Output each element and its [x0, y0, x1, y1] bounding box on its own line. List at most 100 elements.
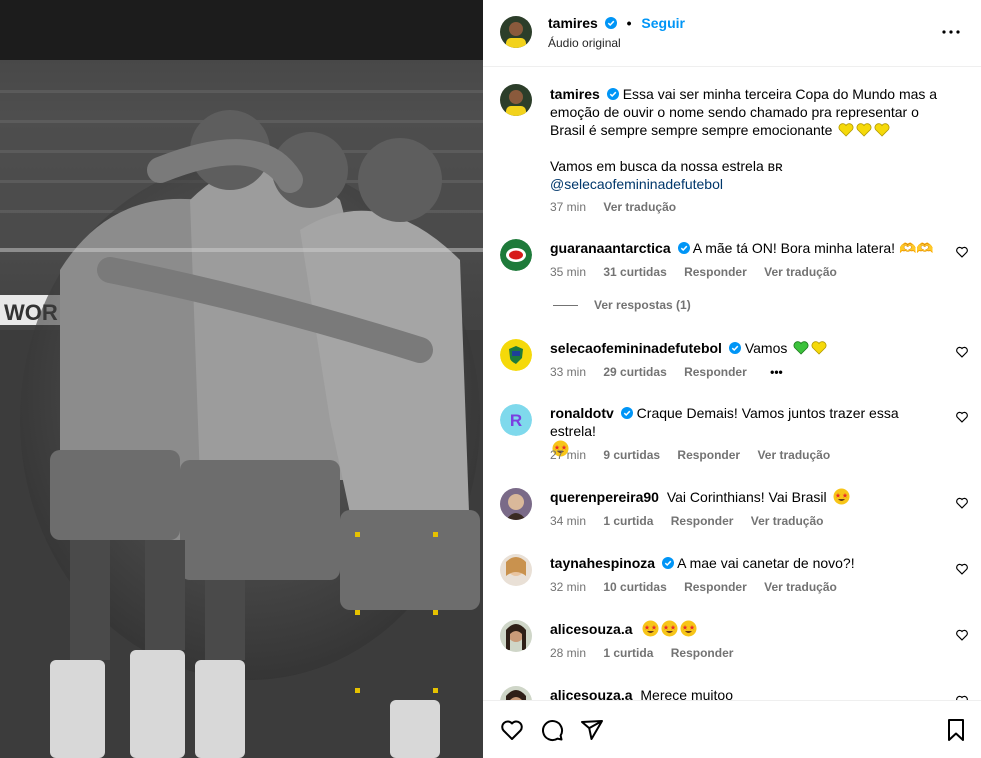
verified-badge-icon	[620, 407, 633, 419]
comment-username[interactable]: taynahespinoza	[550, 555, 655, 571]
comment-avatar[interactable]	[500, 488, 532, 520]
yellow-heart-icon	[856, 123, 872, 137]
heart-icon[interactable]	[955, 628, 969, 642]
translate-link[interactable]: Ver tradução	[751, 514, 824, 528]
comment-body: Merece muitoo	[640, 687, 733, 700]
comment-meta: 35 min 31 curtidas Responder Ver traduçã…	[550, 265, 851, 279]
author-username[interactable]: tamires	[548, 15, 598, 31]
comment-text: taynahespinoza A mae vai canetar de novo…	[550, 554, 940, 572]
heart-icon[interactable]	[955, 410, 969, 424]
ronaldotv-logo-image: R	[500, 404, 532, 436]
star-struck-emoji-icon	[833, 488, 850, 505]
comment-username[interactable]: ronaldotv	[550, 405, 614, 421]
comment-more-button[interactable]: •••	[770, 365, 783, 379]
avatar-image	[500, 84, 532, 116]
comment-time[interactable]: 28 min	[550, 646, 586, 660]
comment-avatar[interactable]	[500, 554, 532, 586]
author-avatar[interactable]	[500, 16, 532, 48]
comment-meta: 32 min 10 curtidas Responder Ver traduçã…	[550, 580, 851, 594]
comment-time[interactable]: 34 min	[550, 514, 586, 528]
heart-icon[interactable]	[500, 718, 524, 742]
translate-link[interactable]: Ver tradução	[757, 448, 830, 462]
verified-badge-icon	[677, 242, 690, 254]
verified-badge-icon	[662, 557, 675, 569]
comment-username[interactable]: alicesouza.a	[550, 621, 633, 637]
caption-line-2: Vamos em busca da nossa estrela ʙʀ	[550, 158, 783, 174]
comments-list[interactable]: tamires Essa vai ser minha terceira Copa…	[483, 68, 981, 700]
avatar-image	[500, 16, 532, 48]
translate-link[interactable]: Ver tradução	[764, 265, 837, 279]
comment-text: querenpereira90 Vai Corinthians! Vai Bra…	[550, 488, 940, 506]
comment-likes[interactable]: 9 curtidas	[603, 448, 660, 462]
bookmark-icon[interactable]	[944, 718, 968, 742]
post-header: tamires • Seguir Áudio original	[483, 0, 981, 67]
heart-icon[interactable]	[955, 562, 969, 576]
more-horizontal-icon[interactable]	[939, 20, 963, 44]
replies-divider	[553, 305, 578, 307]
yellow-heart-icon	[874, 123, 890, 137]
comment-body: A mãe tá ON! Bora minha latera! 🫶🫶	[692, 240, 934, 256]
reply-link[interactable]: Responder	[684, 365, 747, 379]
comment-icon[interactable]	[540, 718, 564, 742]
comment-text: alicesouza.a Merece muitoo	[550, 686, 940, 700]
heart-icon[interactable]	[955, 345, 969, 359]
follow-button[interactable]: Seguir	[641, 15, 685, 31]
comment-likes[interactable]: 10 curtidas	[603, 580, 666, 594]
comment-likes[interactable]: 29 curtidas	[603, 365, 666, 379]
audio-label[interactable]: Áudio original	[548, 36, 621, 50]
comment-time[interactable]: 33 min	[550, 365, 586, 379]
comment-text: alicesouza.a	[550, 620, 940, 638]
comment-avatar[interactable]	[500, 620, 532, 652]
comment-body: Vamos	[744, 340, 788, 356]
comment-meta: 34 min 1 curtida Responder Ver tradução	[550, 514, 837, 528]
comment-username[interactable]: alicesouza.a	[550, 687, 633, 700]
translate-link[interactable]: Ver tradução	[764, 580, 837, 594]
reply-link[interactable]: Responder	[671, 646, 734, 660]
reply-link[interactable]: Responder	[677, 448, 740, 462]
comment-time[interactable]: 32 min	[550, 580, 586, 594]
caption-avatar[interactable]	[500, 84, 532, 116]
caption-mention-link[interactable]: @selecaofemininadefutebol	[550, 175, 940, 193]
user-photo-image	[500, 686, 532, 700]
comment-time[interactable]: 35 min	[550, 265, 586, 279]
comment-body: A mae vai canetar de novo?!	[677, 555, 855, 571]
caption-meta: 37 min Ver tradução	[550, 200, 690, 214]
verified-badge-icon	[728, 342, 741, 354]
comment-avatar[interactable]: R	[500, 404, 532, 436]
heart-icon[interactable]	[955, 245, 969, 259]
comment-body: Vai Corinthians! Vai Brasil	[666, 489, 827, 505]
reply-link[interactable]: Responder	[684, 265, 747, 279]
caption-text: tamires Essa vai ser minha terceira Copa…	[550, 85, 940, 193]
reply-link[interactable]: Responder	[671, 514, 734, 528]
comment-username[interactable]: guaranaantarctica	[550, 240, 671, 256]
cbf-logo-image	[500, 339, 532, 371]
guarana-logo-image	[500, 239, 532, 271]
comment-username[interactable]: selecaofemininadefutebol	[550, 340, 722, 356]
comment-avatar[interactable]	[500, 239, 532, 271]
comment-avatar[interactable]	[500, 686, 532, 700]
header-username-row: tamires • Seguir	[548, 15, 685, 31]
view-replies-button[interactable]: Ver respostas (1)	[553, 298, 691, 312]
reply-link[interactable]: Responder	[684, 580, 747, 594]
star-struck-emoji-icon	[642, 620, 659, 637]
comment-likes[interactable]: 1 curtida	[603, 646, 653, 660]
post-actions-bar	[483, 700, 981, 758]
post-video[interactable]: WOR	[0, 0, 483, 758]
heart-icon[interactable]	[955, 496, 969, 510]
send-icon[interactable]	[580, 718, 604, 742]
comment-likes[interactable]: 31 curtidas	[603, 265, 666, 279]
verified-badge-icon	[604, 17, 617, 29]
green-heart-icon	[793, 341, 809, 355]
separator-dot: •	[626, 15, 632, 31]
caption-username[interactable]: tamires	[550, 86, 600, 102]
comment-time[interactable]: 27 min	[550, 448, 586, 462]
comment-username[interactable]: querenpereira90	[550, 489, 659, 505]
caption-translate-link[interactable]: Ver tradução	[603, 200, 676, 214]
star-struck-emoji-icon	[680, 620, 697, 637]
comment-likes[interactable]: 1 curtida	[603, 514, 653, 528]
comment-avatar[interactable]	[500, 339, 532, 371]
star-struck-emoji-icon	[661, 620, 678, 637]
caption-time[interactable]: 37 min	[550, 200, 586, 214]
verified-badge-icon	[606, 88, 619, 100]
comment-text: selecaofemininadefutebol Vamos	[550, 339, 940, 357]
